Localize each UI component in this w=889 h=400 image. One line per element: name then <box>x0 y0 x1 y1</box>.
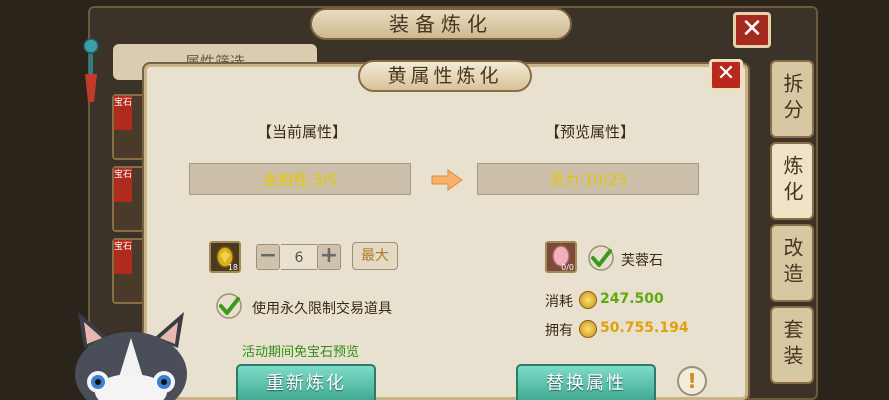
max-button[interactable]: 最大 <box>352 242 398 270</box>
side-tab-bar: 拆分 炼化 改造 套装 <box>770 60 816 400</box>
own-value: 50.755.194 <box>600 320 689 336</box>
jade-charm-icon <box>83 38 99 102</box>
outer-window-title: 装备炼化 <box>310 8 572 40</box>
tab-set[interactable]: 套装 <box>770 306 814 384</box>
dialog-title: 黄属性炼化 <box>358 60 532 92</box>
coin-icon <box>579 320 597 338</box>
stone-name: 芙蓉石 <box>621 253 663 269</box>
stone-count: 0/0 <box>561 263 574 272</box>
current-attr-value: 金相性:3/5 <box>189 163 411 195</box>
coin-icon <box>579 291 597 309</box>
reforge-button[interactable]: 重新炼化 <box>236 364 376 400</box>
stone-checked-icon[interactable] <box>587 244 615 272</box>
gem-tag: 宝石 <box>114 96 132 130</box>
tab-refine[interactable]: 炼化 <box>770 142 814 220</box>
preview-attr-value: 灵力:10/25 <box>477 163 699 195</box>
own-label: 拥有 <box>545 323 573 339</box>
help-button[interactable]: ! <box>677 366 707 396</box>
decrease-button[interactable]: − <box>256 244 280 270</box>
tab-split[interactable]: 拆分 <box>770 60 814 138</box>
stone-item-slot[interactable]: 0/0 <box>545 241 577 273</box>
current-attr-header: 【当前属性】 <box>256 123 347 141</box>
arrow-right-icon <box>431 169 463 191</box>
yellow-attr-refine-dialog <box>144 64 748 400</box>
tab-modify[interactable]: 改造 <box>770 224 814 302</box>
use-limited-item-label: 使用永久限制交易道具 <box>252 301 392 317</box>
replace-attr-button[interactable]: 替换属性 <box>516 364 656 400</box>
consume-value: 247.500 <box>600 291 664 307</box>
outer-close-button[interactable]: ✕ <box>733 12 771 48</box>
preview-attr-header: 【预览属性】 <box>544 123 635 141</box>
husky-pet-icon <box>75 312 187 400</box>
item-count: 18 <box>227 263 238 272</box>
increase-button[interactable]: + <box>317 244 341 270</box>
dialog-close-button[interactable]: ✕ <box>709 59 743 91</box>
consume-label: 消耗 <box>545 294 573 310</box>
gem-tag: 宝石 <box>114 168 132 202</box>
refine-item-slot[interactable]: 18 <box>209 241 241 273</box>
checkbox-checked-icon[interactable] <box>215 292 243 320</box>
quantity-value[interactable]: 6 <box>281 244 317 270</box>
event-note: 活动期间免宝石预览 <box>242 345 360 360</box>
gem-tag: 宝石 <box>114 240 132 274</box>
